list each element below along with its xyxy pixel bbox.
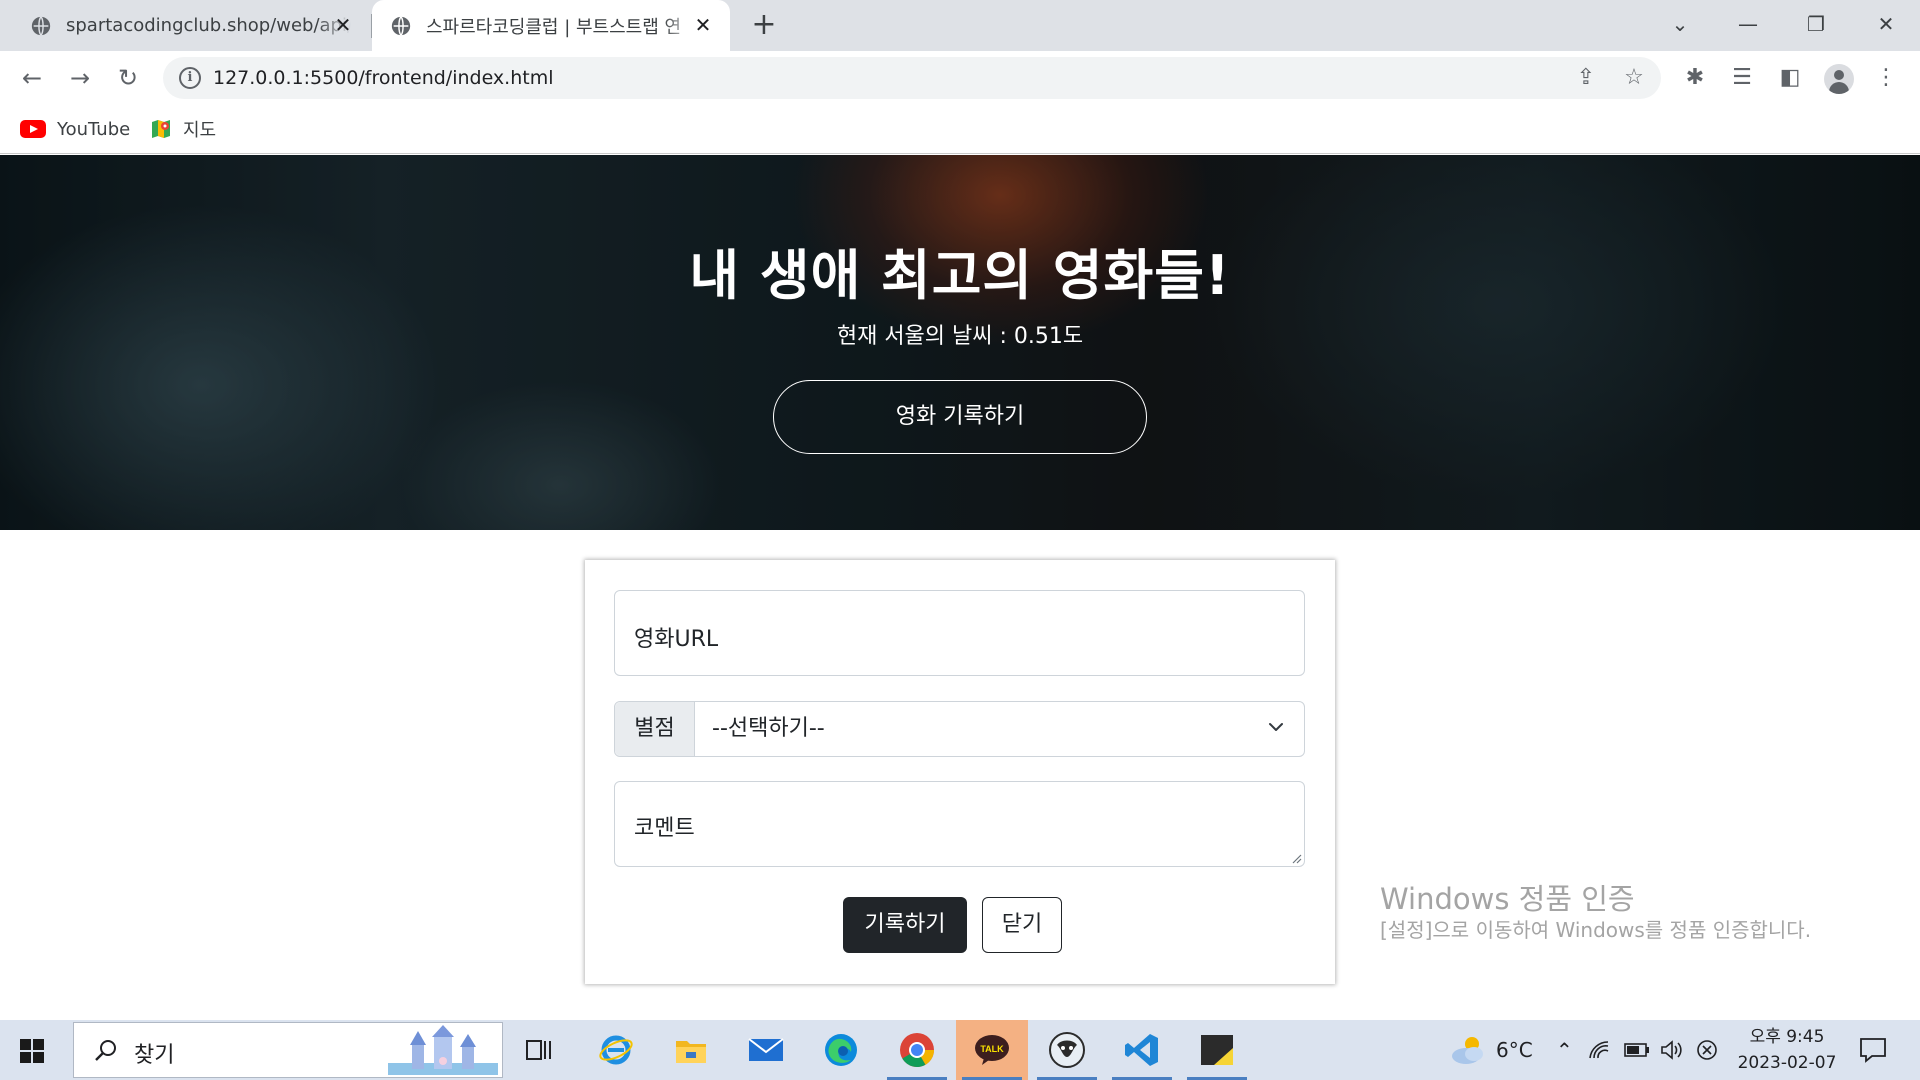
star-selected-value: --선택하기--: [712, 716, 825, 741]
weather-widget[interactable]: 6°C: [1448, 1020, 1533, 1080]
activation-watermark-text: [설정]으로 이동하여 Windows를 정품 인증합니다.: [1380, 918, 1812, 942]
close-window-icon[interactable]: ✕: [1866, 6, 1906, 42]
bookmark-label: 지도: [183, 120, 217, 141]
tab-sparta-bootstrap[interactable]: 스파르타코딩클럽 | 부트스트랩 연 ✕: [372, 0, 730, 51]
profile-avatar[interactable]: [1824, 64, 1854, 94]
vscode-icon[interactable]: [1106, 1020, 1178, 1080]
bookmark-label: YouTube: [57, 118, 131, 140]
hero-banner: 내 생애 최고의 영화들! 현재 서울의 날씨 : 0.51도 영화 기록하기: [0, 155, 1920, 530]
movie-url-input[interactable]: 영화URL: [614, 590, 1305, 676]
chevron-down-icon: [1269, 723, 1283, 731]
search-icon: [95, 1040, 116, 1061]
close-button[interactable]: 닫기: [982, 897, 1062, 953]
internet-explorer-icon[interactable]: [580, 1020, 652, 1080]
comment-textarea[interactable]: 코멘트: [614, 781, 1305, 867]
side-panel-icon[interactable]: ◧: [1776, 64, 1804, 92]
address-bar[interactable]: i 127.0.0.1:5500/frontend/index.html ⇪ ☆: [163, 57, 1661, 99]
resize-grip-icon[interactable]: [1290, 852, 1302, 864]
notification-center-icon[interactable]: [1858, 1036, 1888, 1064]
address-url[interactable]: 127.0.0.1:5500/frontend/index.html: [213, 57, 554, 99]
svg-text:TALK: TALK: [980, 1044, 1004, 1054]
game-app-icon[interactable]: [1031, 1020, 1103, 1080]
back-icon[interactable]: ←: [16, 62, 48, 94]
volume-icon[interactable]: [1660, 1020, 1684, 1080]
network-icon[interactable]: [1588, 1020, 1610, 1080]
globe-icon: [31, 15, 51, 36]
star-select[interactable]: --선택하기--: [695, 702, 1304, 756]
tab-title: spartacodingclub.shop/web/api/: [66, 15, 351, 36]
taskbar-clock[interactable]: 오후 9:45 2023-02-07: [1732, 1024, 1842, 1076]
forward-icon[interactable]: →: [64, 62, 96, 94]
clock-time: 오후 9:45: [1749, 1027, 1825, 1047]
new-tab-button[interactable]: +: [748, 10, 780, 42]
globe-icon: [391, 15, 411, 36]
menu-kebab-icon[interactable]: ⋮: [1872, 64, 1900, 92]
bookmark-maps[interactable]: 지도: [150, 115, 216, 143]
clock-date: 2023-02-07: [1737, 1053, 1837, 1073]
kakaotalk-icon[interactable]: TALK: [956, 1020, 1028, 1080]
tab-strip: spartacodingclub.shop/web/api/ ✕ 스파르타코딩클…: [0, 0, 1920, 51]
reload-icon[interactable]: ↻: [112, 62, 144, 94]
chrome-browser-icon[interactable]: [881, 1020, 953, 1080]
restore-icon[interactable]: ❐: [1796, 6, 1836, 42]
star-label: 별점: [615, 702, 695, 756]
show-hidden-icons-icon[interactable]: ⌃: [1556, 1020, 1573, 1080]
extensions-icon[interactable]: ✱: [1681, 64, 1709, 92]
weather-temp: 6°C: [1496, 1038, 1533, 1062]
share-icon[interactable]: ⇪: [1573, 65, 1599, 91]
tab-spartacoding-api[interactable]: spartacodingclub.shop/web/api/ ✕: [0, 0, 370, 51]
page-title: 내 생애 최고의 영화들!: [689, 244, 1231, 307]
save-button[interactable]: 기록하기: [843, 897, 967, 953]
movie-url-label: 영화URL: [634, 627, 719, 652]
sticky-notes-icon[interactable]: [1181, 1020, 1253, 1080]
partly-cloudy-icon: [1452, 1037, 1483, 1064]
bookmarks-bar: YouTube 지도: [0, 105, 1920, 154]
file-explorer-icon[interactable]: [655, 1020, 727, 1080]
taskbar-search-box[interactable]: 찾기: [73, 1022, 503, 1078]
star-rating-group: 별점 --선택하기--: [614, 701, 1305, 757]
search-placeholder: 찾기: [134, 1043, 175, 1068]
browser-toolbar: ← → ↻ i 127.0.0.1:5500/frontend/index.ht…: [0, 51, 1920, 105]
task-view-icon[interactable]: [503, 1020, 575, 1080]
youtube-icon: [20, 120, 46, 138]
maps-icon: [152, 120, 170, 138]
windows-taskbar: 찾기 TALK 6°C ⌃ 오후 9:45 2023-02-07: [0, 1020, 1920, 1080]
record-movie-button[interactable]: 영화 기록하기: [773, 380, 1147, 454]
movie-post-form: 영화URL 별점 --선택하기-- 코멘트 기록하기 닫기: [585, 560, 1335, 984]
bookmark-star-icon[interactable]: ☆: [1621, 65, 1647, 91]
site-info-icon[interactable]: i: [179, 67, 201, 89]
weather-text: 현재 서울의 날씨 : 0.51도: [836, 324, 1084, 349]
minimize-icon[interactable]: —: [1728, 6, 1768, 42]
edge-browser-icon[interactable]: [805, 1020, 877, 1080]
castle-illustration-icon: [388, 1025, 498, 1075]
media-queue-icon[interactable]: ☰: [1728, 64, 1756, 92]
mail-icon[interactable]: [730, 1020, 802, 1080]
tab-search-icon[interactable]: ⌄: [1660, 6, 1700, 42]
tab-title: 스파르타코딩클럽 | 부트스트랩 연: [426, 16, 682, 38]
battery-icon[interactable]: [1624, 1020, 1650, 1080]
activation-watermark-title: Windows 정품 인증: [1380, 882, 1635, 916]
windows-start-icon[interactable]: [20, 1039, 44, 1063]
close-tab-icon[interactable]: ✕: [692, 14, 714, 36]
close-tab-icon[interactable]: ✕: [332, 14, 354, 36]
bookmark-youtube[interactable]: YouTube: [20, 115, 130, 143]
ime-status-icon[interactable]: [1696, 1020, 1718, 1080]
comment-label: 코멘트: [634, 816, 695, 841]
